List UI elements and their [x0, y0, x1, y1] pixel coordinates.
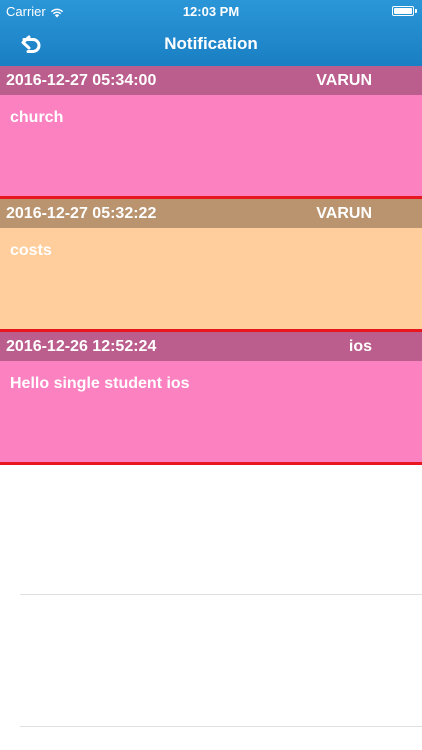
status-bar: Carrier 12:03 PM [0, 0, 422, 22]
empty-row-separator [20, 726, 422, 727]
page-title: Notification [164, 34, 258, 53]
notification-list: 2016-12-27 05:34:00 VARUN church 2016-12… [0, 66, 422, 465]
notification-sender: VARUN [316, 205, 372, 222]
status-time: 12:03 PM [182, 4, 240, 19]
notification-card[interactable]: 2016-12-26 12:52:24 ios Hello single stu… [0, 332, 422, 465]
notification-sender: VARUN [316, 72, 372, 89]
battery-icon [392, 6, 417, 16]
notification-sender: ios [348, 338, 372, 355]
notification-date: 2016-12-27 05:34:00 [6, 72, 157, 89]
notification-message: costs [10, 242, 52, 259]
notification-header: 2016-12-27 05:32:22 VARUN [0, 199, 422, 228]
notification-screen: Carrier 12:03 PM Notification 2016-12-27 [0, 0, 422, 750]
notification-header: 2016-12-27 05:34:00 VARUN [0, 66, 422, 95]
notification-message: Hello single student ios [10, 375, 190, 392]
notification-header: 2016-12-26 12:52:24 ios [0, 332, 422, 361]
notification-card[interactable]: 2016-12-27 05:34:00 VARUN church [0, 66, 422, 199]
notification-card[interactable]: 2016-12-27 05:32:22 VARUN costs [0, 199, 422, 332]
navigation-bar: Notification [0, 22, 422, 66]
notification-date: 2016-12-27 05:32:22 [6, 205, 157, 222]
empty-row-separator [20, 594, 422, 595]
notification-message: church [10, 109, 64, 126]
notification-date: 2016-12-26 12:52:24 [6, 338, 157, 355]
